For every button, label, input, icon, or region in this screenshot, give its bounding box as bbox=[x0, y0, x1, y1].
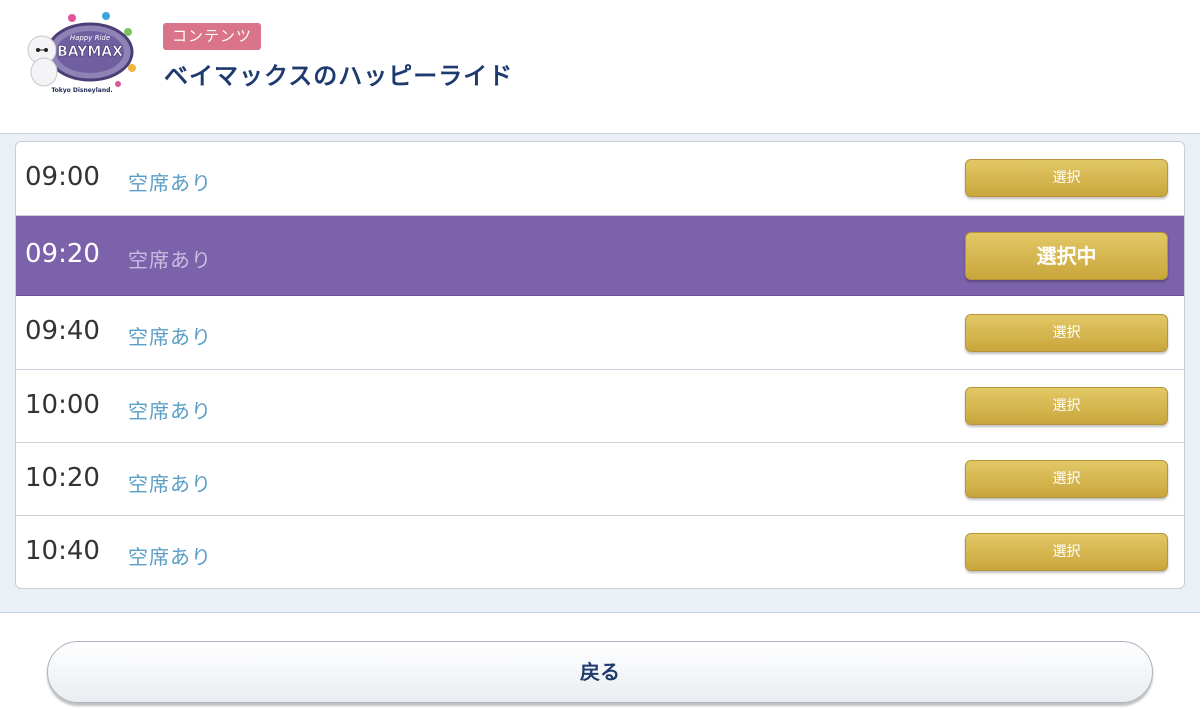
slot-time: 09:20 bbox=[25, 239, 100, 269]
page-title: ベイマックスのハッピーライド bbox=[164, 62, 514, 90]
slot-time: 09:40 bbox=[25, 316, 100, 346]
time-slot-row[interactable]: 09:00 空席あり 選択 bbox=[16, 142, 1184, 216]
select-button[interactable]: 選択 bbox=[965, 314, 1168, 352]
category-badge: コンテンツ bbox=[163, 23, 262, 50]
header: Happy Ride BAYMAX Tokyo Disneyland. コンテン… bbox=[0, 0, 1200, 133]
time-slot-row[interactable]: 09:40 空席あり 選択 bbox=[16, 296, 1184, 370]
slot-time: 10:20 bbox=[25, 463, 100, 493]
slot-status: 空席あり bbox=[128, 399, 212, 423]
slot-status: 空席あり bbox=[128, 545, 212, 569]
select-button[interactable]: 選択 bbox=[965, 460, 1168, 498]
logo-line3: Tokyo Disneyland. bbox=[51, 87, 112, 94]
slot-status: 空席あり bbox=[128, 472, 212, 496]
selected-button[interactable]: 選択中 bbox=[965, 232, 1168, 280]
slot-time: 09:00 bbox=[25, 162, 100, 192]
time-slot-row-selected[interactable]: 09:20 空席あり 選択中 bbox=[16, 216, 1184, 296]
time-slot-row[interactable]: 10:20 空席あり 選択 bbox=[16, 443, 1184, 516]
time-slot-row[interactable]: 10:00 空席あり 選択 bbox=[16, 370, 1184, 443]
logo-line2: BAYMAX bbox=[57, 44, 123, 60]
baymax-ride-logo: Happy Ride BAYMAX Tokyo Disneyland. bbox=[27, 12, 136, 94]
time-slot-list: 09:00 空席あり 選択 09:20 空席あり 選択中 09:40 空席あり … bbox=[15, 141, 1185, 589]
select-button[interactable]: 選択 bbox=[965, 387, 1168, 425]
select-button[interactable]: 選択 bbox=[965, 159, 1168, 197]
slot-time: 10:40 bbox=[25, 536, 100, 566]
slot-status: 空席あり bbox=[128, 248, 212, 272]
select-button[interactable]: 選択 bbox=[965, 533, 1168, 571]
slot-status: 空席あり bbox=[128, 325, 212, 349]
time-slot-row[interactable]: 10:40 空席あり 選択 bbox=[16, 516, 1184, 588]
slot-time: 10:00 bbox=[25, 390, 100, 420]
logo-line1: Happy Ride bbox=[70, 34, 110, 42]
slot-status: 空席あり bbox=[128, 171, 212, 195]
back-button[interactable]: 戻る bbox=[47, 641, 1153, 703]
